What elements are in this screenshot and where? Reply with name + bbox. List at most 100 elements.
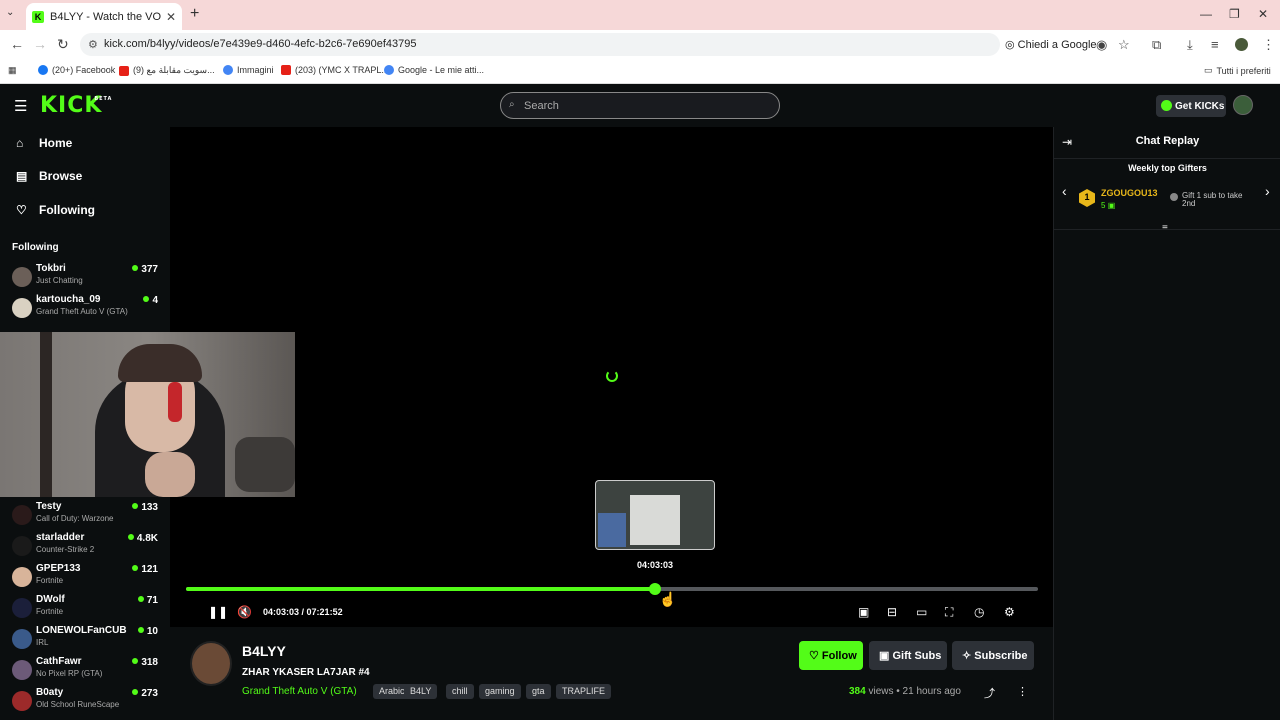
browser-tab[interactable]: K B4LYY - Watch the VOD on Kick ✕ [26,3,182,30]
profile-avatar[interactable] [1235,38,1248,51]
bookmark-youtube-2[interactable]: (203) (YMC X TRAPL... [281,65,389,75]
channel-name: B0aty [36,687,64,698]
subscribe-button[interactable]: ✧ Subscribe [952,641,1034,670]
tracking-eye-icon[interactable]: ◉ [1096,37,1107,53]
bookmark-google-activity[interactable]: Google - Le mie atti... [384,65,484,75]
chevron-left-icon[interactable]: ‹ [1062,183,1067,199]
playback-speed-icon[interactable]: ◷ [974,605,984,619]
chat-title: Chat Replay [1135,135,1200,147]
extensions-icon[interactable]: ⧉ [1152,37,1161,53]
channel-item[interactable]: DWolf Fortnite 71 [10,594,160,624]
bookmark-youtube-1[interactable]: (9) سويت مقابلة مع... [119,65,215,76]
video-player[interactable]: 04:03:03 ☝ ❚❚ 🔇 04:03:03 / 07:21:52 ▣ ⊟ … [170,127,1053,627]
viewer-count: 4 [143,295,158,306]
channel-category: Old School RuneScape [36,700,120,709]
weekly-gifters-title: Weekly top Gifters [1128,163,1207,173]
kick-logo[interactable]: KICK BETA [40,93,111,118]
channel-item[interactable]: Testy Call of Duty: Warzone 133 [10,501,160,531]
hamburger-menu-icon[interactable]: ☰ [14,97,27,115]
get-kicks-button[interactable]: Get KICKs [1156,95,1226,117]
ask-google-button[interactable]: ◎ Chiedi a Google [1005,38,1097,51]
muted-volume-icon[interactable]: 🔇 [237,605,252,619]
bookmark-images[interactable]: Immagini [223,65,274,75]
search-input[interactable]: ⌕ Search [500,92,780,119]
reload-icon[interactable]: ↻ [57,36,69,53]
forward-icon[interactable]: → [33,36,47,52]
url-field[interactable]: ⚙ kick.com/b4lyy/videos/e7e439e9-d460-4e… [80,33,1000,56]
tag-chip[interactable]: gaming [479,684,521,699]
minimize-icon[interactable]: — [1200,7,1212,21]
channel-category: Fortnite [36,607,64,616]
gifter-name[interactable]: ZGOUGOU13 [1101,188,1158,198]
apps-icon[interactable]: ▦ [8,65,17,76]
media-icon[interactable]: ≡ [1211,37,1219,52]
streamer-name[interactable]: B4LYY [242,643,286,659]
playback-time: 04:03:03 / 07:21:52 [263,607,343,617]
more-options-icon[interactable]: ⋮ [1017,685,1028,698]
site-info-icon[interactable]: ⚙ [88,38,98,51]
views-label: views [868,686,894,697]
clip-icon[interactable]: ⊟ [887,605,897,619]
channel-category: Counter-Strike 2 [36,545,95,554]
channel-item[interactable]: CathFawr No Pixel RP (GTA) 318 [10,656,160,686]
fullscreen-icon[interactable]: ⛶ [945,605,953,620]
follow-button[interactable]: ♡ Follow [799,641,863,670]
miniplayer-icon[interactable]: ▣ [858,605,869,619]
streamer-avatar[interactable] [190,641,232,686]
theater-mode-icon[interactable]: ▭ [916,605,927,619]
preview-time: 04:03:03 [637,560,674,570]
beta-badge: BETA [94,96,113,102]
pause-icon[interactable]: ❚❚ [208,605,228,619]
close-tab-icon[interactable]: ✕ [166,10,176,24]
channel-category: Just Chatting [36,276,83,285]
bookmark-label: (203) (YMC X TRAPL... [295,65,389,75]
bookmark-facebook[interactable]: (20+) Facebook [38,65,115,75]
loading-spinner-icon [606,370,618,382]
channel-avatar [12,567,32,587]
chat-panel: ⇥ Chat Replay Weekly top Gifters ‹ › 1 Z… [1053,127,1280,720]
close-window-icon[interactable]: ✕ [1258,7,1268,21]
channel-item[interactable]: Tokbri Just Chatting 377 [10,263,160,293]
new-tab-icon[interactable]: + [190,5,199,23]
sidebar-item-home[interactable]: ⌂ Home [16,136,72,150]
chevron-right-icon[interactable]: › [1265,183,1270,199]
channel-item[interactable]: GPEP133 Fortnite 121 [10,563,160,593]
channel-item[interactable]: kartoucha_09 Grand Theft Auto V (GTA) 4 [10,294,160,324]
sidebar-item-browse[interactable]: ▤ Browse [16,169,82,183]
tag-chip[interactable]: TRAPLIFE [556,684,612,699]
share-icon[interactable]: ⤴ [984,685,995,701]
webcam-headphones [168,382,182,422]
get-kicks-label: Get KICKs [1175,101,1225,112]
settings-gear-icon[interactable]: ⚙ [1004,605,1015,619]
menu-icon[interactable]: ⋮ [1262,37,1275,53]
tab-list-icon[interactable]: ⌄ [6,7,14,18]
seek-bar[interactable] [186,583,1038,595]
preview-webcam-image [598,513,626,547]
channel-item[interactable]: LONEWOLFanCUB IRL 10 [10,625,160,655]
stream-category-link[interactable]: Grand Theft Auto V (GTA) [242,686,357,697]
sidebar-item-following[interactable]: ♡ Following [16,203,95,217]
address-bar-row: ← → ↻ ⚙ kick.com/b4lyy/videos/e7e439e9-d… [0,30,1280,59]
tag-chip[interactable]: B4LY [404,684,438,699]
restore-icon[interactable]: ❐ [1229,7,1240,21]
channel-item[interactable]: starladder Counter-Strike 2 4.8K [10,532,160,562]
channel-avatar [12,267,32,287]
gift-subs-button[interactable]: ▣ Gift Subs [869,641,947,670]
channel-avatar [12,536,32,556]
tag-chip[interactable]: chill [446,684,474,699]
star-icon: ✧ [962,650,975,662]
channel-item[interactable]: B0aty Old School RuneScape 273 [10,687,160,717]
viewer-count: 71 [138,595,158,606]
tag-chip[interactable]: gta [526,684,551,699]
seek-preview-thumbnail [595,480,715,550]
downloads-icon[interactable]: ⤓ [1187,37,1193,53]
all-bookmarks[interactable]: ▭ Tutti i preferiti [1204,65,1271,76]
sidebar-item-label: Browse [39,169,83,183]
current-time: 04:03:03 [263,607,300,617]
gift-prompt[interactable]: Gift 1 sub to take 2nd [1170,192,1255,208]
viewer-count: 273 [132,688,158,699]
user-avatar[interactable] [1233,95,1253,115]
back-icon[interactable]: ← [10,36,24,52]
gift-count-value: 5 [1101,201,1106,210]
star-bookmark-icon[interactable]: ☆ [1118,37,1130,53]
